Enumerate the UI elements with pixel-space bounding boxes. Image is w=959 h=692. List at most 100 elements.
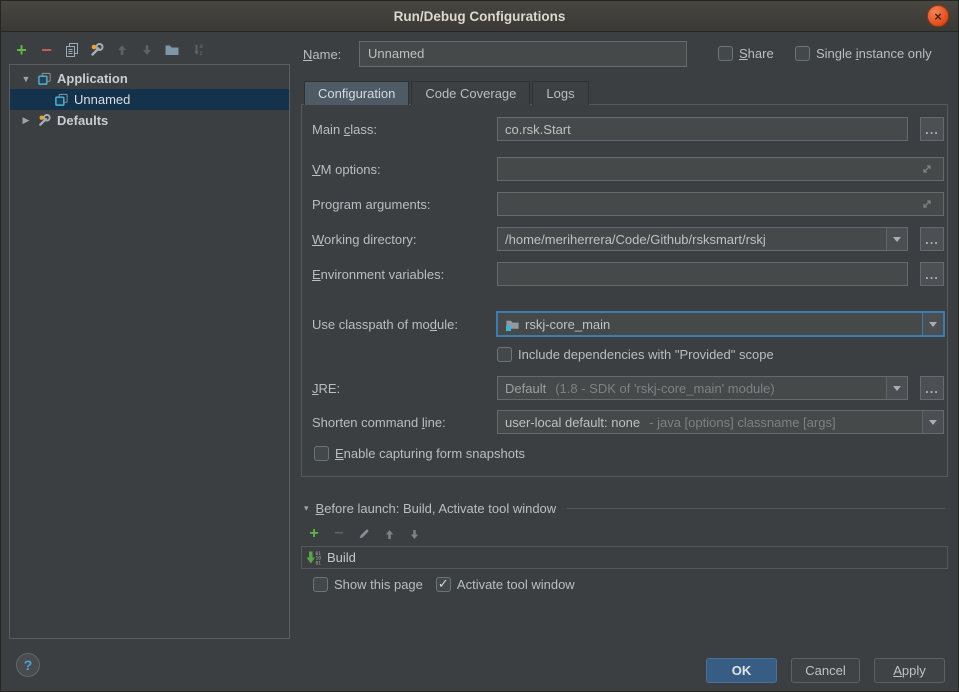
move-task-down-button[interactable] [406,526,422,542]
remove-configuration-button[interactable]: − [36,38,57,62]
name-input[interactable]: Unnamed [359,41,687,67]
tree-expanded-icon[interactable]: ▼ [20,74,32,84]
vm-options-label: VM options: [312,162,497,177]
tree-item-label: Defaults [57,113,108,128]
main-class-label: Main class: [312,122,497,137]
tree-item-defaults[interactable]: ▶ Defaults [10,110,289,131]
before-launch-toolbar: + − [306,525,422,543]
tab-logs[interactable]: Logs [532,81,588,105]
copy-icon [64,42,80,58]
settings-tabs: Configuration Code Coverage Logs [304,81,589,105]
tree-item-label: Application [57,71,128,86]
task-item-build[interactable]: Build [327,550,356,565]
vm-options-row: VM options: [312,157,944,181]
expand-field-icon[interactable] [920,162,936,176]
jre-combobox[interactable]: Default(1.8 - SDK of 'rskj-core_main' mo… [497,376,908,400]
use-classpath-combobox[interactable]: rskj-core_main [497,312,944,336]
environment-variables-input[interactable] [497,262,908,286]
main-class-browse-button[interactable]: ... [920,117,944,141]
dropdown-arrow-button[interactable] [886,228,907,250]
pencil-icon [357,527,371,541]
svg-text:z: z [199,51,202,57]
cancel-button[interactable]: Cancel [791,658,860,683]
main-class-row: Main class: co.rsk.Start ... [312,117,944,141]
working-directory-browse-button[interactable]: ... [920,227,944,251]
ok-button[interactable]: OK [706,658,777,683]
sort-configurations-button[interactable]: a z [186,38,207,62]
help-button[interactable]: ? [16,653,40,677]
checkbox-box [497,347,512,362]
enable-capturing-checkbox[interactable]: Enable capturing form snapshots [314,446,525,461]
use-classpath-row: Use classpath of module: rskj-core_main [312,312,944,336]
dropdown-arrow-button[interactable] [886,377,907,399]
title-bar[interactable]: Run/Debug Configurations × [1,1,958,32]
close-icon: × [934,10,942,23]
show-this-page-checkbox[interactable]: Show this page [313,577,423,592]
program-arguments-row: Program arguments: [312,192,944,216]
tree-item-application[interactable]: ▼ Application [10,68,289,89]
tab-configuration[interactable]: Configuration [304,81,409,105]
copy-configuration-button[interactable] [61,38,82,62]
tree-item-unnamed[interactable]: Unnamed [10,89,289,110]
move-down-button[interactable] [136,38,157,62]
sort-az-icon: a z [189,42,205,58]
environment-variables-browse-button[interactable]: ... [920,262,944,286]
svg-text:01: 01 [316,560,322,566]
environment-variables-row: Environment variables: ... [312,262,944,286]
single-instance-label: Single instance only [816,46,932,61]
jre-label: JRE: [312,381,497,396]
shorten-command-line-row: Shorten command line: user-local default… [312,410,944,434]
move-task-up-button[interactable] [381,526,397,542]
configuration-tab-panel: Main class: co.rsk.Start ... VM options:… [301,104,948,477]
program-arguments-input[interactable] [497,192,944,216]
chevron-down-icon [929,420,937,425]
move-up-button[interactable] [111,38,132,62]
vm-options-input[interactable] [497,157,944,181]
include-dependencies-checkbox[interactable]: Include dependencies with "Provided" sco… [497,347,774,362]
dialog-title: Run/Debug Configurations [394,9,566,24]
expand-field-icon[interactable] [920,197,936,211]
run-debug-configurations-dialog: Run/Debug Configurations × + − [0,0,959,692]
tree-collapsed-icon[interactable]: ▶ [20,115,32,126]
shorten-command-line-combobox[interactable]: user-local default: none- java [options]… [497,410,944,434]
before-launch-section-header[interactable]: ▾ Before launch: Build, Activate tool wi… [304,501,945,516]
minus-icon: − [334,525,343,543]
chevron-down-icon [893,237,901,242]
enable-capturing-label: Enable capturing form snapshots [335,446,525,461]
remove-task-button[interactable]: − [331,526,347,542]
dropdown-arrow-button[interactable] [922,313,943,335]
apply-button[interactable]: Apply [874,658,945,683]
share-checkbox[interactable]: Share [718,46,774,61]
tree-item-label: Unnamed [74,92,130,107]
single-instance-checkbox[interactable]: Single instance only [795,46,932,61]
arrow-down-icon [408,528,421,541]
share-label: Share [739,46,774,61]
working-directory-combobox[interactable]: /home/meriherrera/Code/Github/rsksmart/r… [497,227,908,251]
jre-row: JRE: Default(1.8 - SDK of 'rskj-core_mai… [312,376,944,400]
checkbox-box [718,46,733,61]
folder-icon [164,42,180,58]
edit-defaults-button[interactable] [86,38,107,62]
plus-icon: + [16,40,27,61]
dropdown-arrow-button[interactable] [922,411,943,433]
main-class-input[interactable]: co.rsk.Start [497,117,908,141]
wrench-icon [37,113,52,128]
configurations-tree: ▼ Application Unnamed ▶ Defaults [9,64,290,639]
chevron-down-icon [893,386,901,391]
before-launch-task-list: 01 10 01 Build [301,546,948,569]
edit-task-button[interactable] [356,526,372,542]
jre-browse-button[interactable]: ... [920,376,944,400]
arrow-down-icon [140,43,154,57]
working-directory-label: Working directory: [312,232,497,247]
help-icon: ? [24,657,33,673]
activate-tool-window-checkbox[interactable]: Activate tool window [436,577,575,592]
before-launch-options: Show this page Activate tool window [313,577,575,592]
checkbox-box [313,577,328,592]
before-launch-title: Before launch: Build, Activate tool wind… [316,501,557,516]
collapse-section-icon[interactable]: ▾ [304,503,309,514]
tab-code-coverage[interactable]: Code Coverage [411,81,530,105]
new-folder-button[interactable] [161,38,182,62]
close-button[interactable]: × [927,5,949,27]
add-configuration-button[interactable]: + [11,38,32,62]
add-task-button[interactable]: + [306,526,322,542]
